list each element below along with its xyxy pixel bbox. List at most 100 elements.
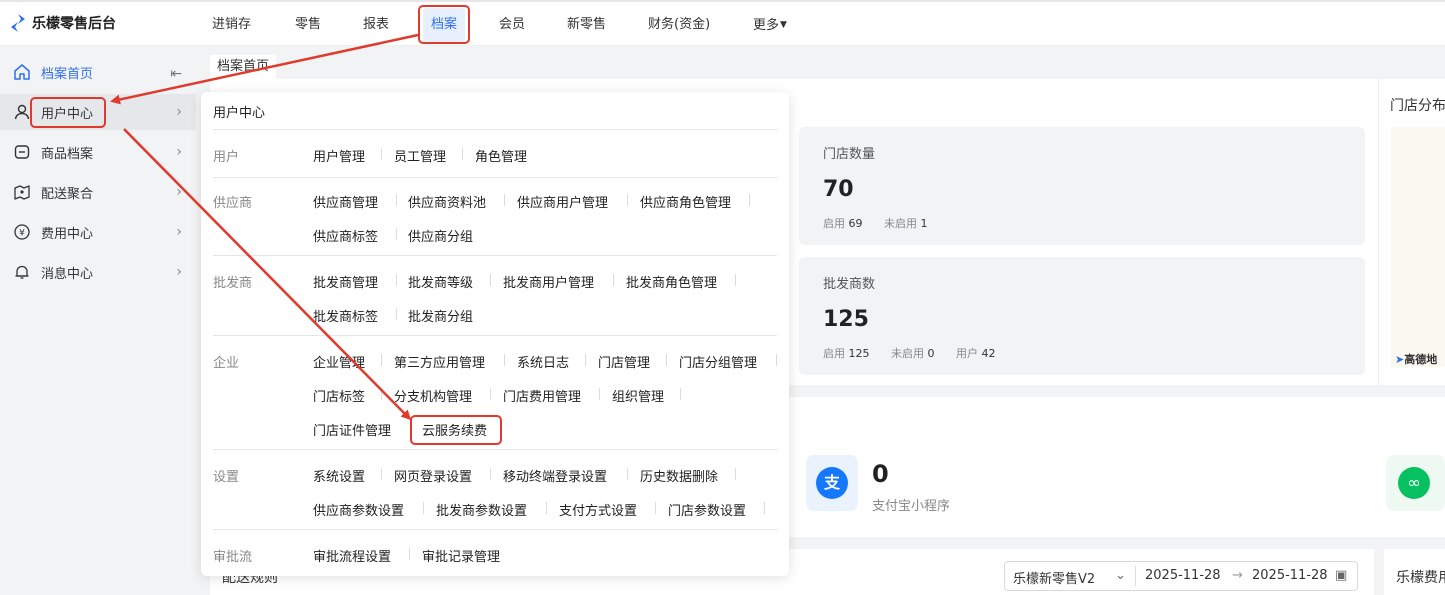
tab-archive-home[interactable]: 档案首页	[210, 55, 277, 79]
link-wholesaler-user-management[interactable]: 批发商用户管理	[503, 272, 594, 291]
link-approval-records[interactable]: 审批记录管理	[422, 546, 500, 565]
nav-reports[interactable]: 报表	[363, 8, 389, 42]
link-web-login-settings[interactable]: 网页登录设置	[394, 466, 472, 485]
collapse-sidebar-icon[interactable]: ⇤	[170, 66, 182, 82]
sidebar-item-product-archive[interactable]: 商品档案 ›	[0, 134, 196, 170]
chevron-down-icon[interactable]: ⌄	[1115, 568, 1126, 583]
date-to[interactable]: 2025-11-28	[1252, 568, 1328, 583]
sidebar-item-delivery[interactable]: 配送聚合 ›	[0, 174, 196, 210]
chevron-right-icon: ›	[176, 224, 182, 240]
brand-logo-icon	[11, 14, 25, 32]
link-third-party-apps[interactable]: 第三方应用管理	[394, 352, 485, 371]
link-wholesaler-params[interactable]: 批发商参数设置	[436, 500, 527, 519]
disabled-label: 未启用	[884, 217, 917, 230]
nav-new-retail[interactable]: 新零售	[567, 8, 606, 42]
link-system-settings[interactable]: 系统设置	[313, 466, 365, 485]
link-supplier-params[interactable]: 供应商参数设置	[313, 500, 404, 519]
link-history-data-delete[interactable]: 历史数据删除	[640, 466, 718, 485]
app-title: 乐檬零售后台	[32, 16, 116, 32]
link-store-fee-management[interactable]: 门店费用管理	[503, 386, 581, 405]
wholesaler-count-sub: 启用 125 未启用 0 用户 42	[823, 345, 1014, 361]
link-wholesaler-management[interactable]: 批发商管理	[313, 272, 378, 291]
store-count-card: 门店数量 70 启用 69 未启用 1	[799, 127, 1365, 245]
nav-retail[interactable]: 零售	[295, 8, 321, 42]
store-distribution-panel: 门店分布 ➤高德地	[1378, 79, 1445, 385]
nav-jinxiaocun[interactable]: 进销存	[212, 8, 251, 42]
product-date-filter[interactable]: 乐檬新零售V2 ⌄ 2025-11-28 → 2025-11-28 ▣	[1004, 561, 1358, 591]
link-store-management[interactable]: 门店管理	[598, 352, 650, 371]
highlight-box-archive-tab	[418, 5, 470, 44]
divider	[213, 177, 777, 178]
chevron-right-icon: ›	[176, 104, 182, 120]
sidebar-item-label: 消息中心	[41, 266, 94, 282]
product-select-value[interactable]: 乐檬新零售V2	[1013, 568, 1095, 587]
link-approval-flow-settings[interactable]: 审批流程设置	[313, 546, 391, 565]
sidebar-item-label: 商品档案	[41, 146, 94, 162]
link-wholesaler-tags[interactable]: 批发商标签	[313, 306, 378, 325]
store-count-value: 70	[823, 177, 854, 202]
link-system-logs[interactable]: 系统日志	[517, 352, 569, 371]
divider	[213, 255, 777, 256]
link-icon: ∞	[1398, 467, 1430, 499]
group-label-wholesaler: 批发商	[213, 276, 253, 291]
link-supplier-pool[interactable]: 供应商资料池	[408, 192, 486, 211]
link-role-management[interactable]: 角色管理	[475, 146, 527, 165]
alipay-label: 支付宝小程序	[872, 499, 951, 514]
link-enterprise-management[interactable]: 企业管理	[313, 352, 365, 371]
date-from[interactable]: 2025-11-28	[1145, 568, 1221, 583]
app-logo[interactable]: 乐檬零售后台	[10, 13, 116, 33]
nav-finance[interactable]: 财务(资金)	[648, 8, 710, 42]
sidebar-item-message-center[interactable]: 消息中心 ›	[0, 254, 196, 290]
link-employee-management[interactable]: 员工管理	[394, 146, 446, 165]
link-wholesaler-levels[interactable]: 批发商等级	[408, 272, 473, 291]
store-distribution-title: 门店分布	[1390, 98, 1445, 114]
map-brand: ➤高德地	[1395, 351, 1437, 367]
disabled-value: 1	[920, 217, 928, 230]
link-mobile-login-settings[interactable]: 移动终端登录设置	[503, 466, 607, 485]
link-supplier-role-management[interactable]: 供应商角色管理	[640, 192, 731, 211]
link-user-management[interactable]: 用户管理	[313, 146, 365, 165]
link-store-group-management[interactable]: 门店分组管理	[679, 352, 757, 371]
link-store-tags[interactable]: 门店标签	[313, 386, 365, 405]
home-icon	[12, 62, 32, 82]
yen-icon: ¥	[12, 222, 32, 242]
caret-down-icon: ▼	[780, 20, 787, 30]
fee-panel: 乐檬费用	[1384, 549, 1445, 595]
box-icon	[12, 142, 32, 162]
link-org-management[interactable]: 组织管理	[612, 386, 664, 405]
link-supplier-user-management[interactable]: 供应商用户管理	[517, 192, 608, 211]
alipay-icon: 支	[816, 467, 848, 499]
nav-more[interactable]: 更多▼	[753, 8, 787, 42]
nav-member[interactable]: 会员	[499, 8, 525, 42]
user-center-dropdown: 用户中心 用户 用户管理 员工管理 角色管理 供应商 供应商管理 供应商资料池 …	[201, 92, 789, 576]
amap-arrow-icon: ➤	[1395, 353, 1405, 366]
delivery-icon	[12, 182, 32, 202]
divider	[213, 529, 777, 530]
sidebar-item-label: 配送聚合	[41, 186, 94, 202]
divider	[213, 449, 777, 450]
sidebar-item-archive-home[interactable]: 档案首页 ⇤	[0, 54, 196, 90]
link-supplier-tags[interactable]: 供应商标签	[313, 226, 378, 245]
enabled-value: 69	[848, 217, 863, 230]
group-label-user: 用户	[213, 150, 240, 165]
enabled-label: 启用	[823, 347, 845, 360]
wholesaler-count-value: 125	[823, 307, 869, 332]
sidebar-item-fee-center[interactable]: ¥ 费用中心 ›	[0, 214, 196, 250]
alipay-tile: 支	[806, 455, 858, 511]
calendar-icon[interactable]: ▣	[1335, 568, 1347, 583]
chevron-right-icon: ›	[176, 184, 182, 200]
link-store-params[interactable]: 门店参数设置	[668, 500, 746, 519]
highlight-box-cloud-renewal	[410, 415, 502, 445]
map-view[interactable]	[1391, 127, 1445, 367]
link-payment-method-settings[interactable]: 支付方式设置	[559, 500, 637, 519]
link-wholesaler-groups[interactable]: 批发商分组	[408, 306, 473, 325]
link-supplier-management[interactable]: 供应商管理	[313, 192, 378, 211]
group-label-enterprise: 企业	[213, 356, 240, 371]
store-count-sub: 启用 69 未启用 1	[823, 215, 946, 231]
link-store-certificates[interactable]: 门店证件管理	[313, 420, 391, 439]
link-supplier-groups[interactable]: 供应商分组	[408, 226, 473, 245]
link-branch-management[interactable]: 分支机构管理	[394, 386, 472, 405]
link-wholesaler-role-management[interactable]: 批发商角色管理	[626, 272, 717, 291]
divider	[213, 335, 777, 336]
sidebar-item-label: 费用中心	[41, 226, 94, 242]
